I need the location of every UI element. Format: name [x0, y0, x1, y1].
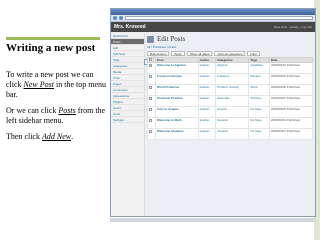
row-checkbox-cell[interactable] — [146, 62, 157, 74]
post-author[interactable]: teacher — [197, 73, 217, 85]
table-row: Decimals Practice teacher Decimals Practice… — [146, 95, 314, 107]
filter-button[interactable]: Filter — [247, 51, 261, 56]
dates-select[interactable]: Show all dates — [186, 51, 213, 56]
row-checkbox[interactable] — [149, 130, 152, 133]
back-icon[interactable] — [113, 16, 117, 20]
browser-status-bar — [110, 218, 316, 222]
apply-button[interactable]: Apply — [171, 51, 185, 56]
row-checkbox-cell[interactable] — [146, 128, 157, 140]
posts-icon — [147, 35, 154, 43]
post-title[interactable]: Decimals Practice — [155, 95, 199, 107]
table-controls: Bulk Actions Apply Show all dates View a… — [147, 50, 313, 57]
row-checkbox[interactable] — [149, 108, 152, 111]
post-tags[interactable]: Review — [248, 73, 270, 85]
post-title[interactable]: Intro to Graphs — [155, 106, 199, 118]
instruction-3-text: Then click — [6, 132, 42, 141]
post-author[interactable]: teacher — [197, 106, 217, 118]
table-row: Welcome Students teacher General No Tags 200… — [146, 128, 314, 140]
forward-icon[interactable] — [119, 16, 123, 20]
page-title: Edit Posts — [157, 34, 186, 43]
post-title[interactable]: Welcome to Algebra — [155, 62, 199, 74]
table-row: Welcome to Algebra teacher Algebra Variable… — [146, 62, 314, 74]
post-tags[interactable]: Variables — [248, 62, 270, 74]
browser-toolbar — [111, 15, 315, 22]
post-tags[interactable]: Word — [248, 84, 270, 96]
post-tags[interactable]: No Tags — [248, 117, 270, 129]
post-categories[interactable]: Graphs — [215, 106, 250, 118]
post-author[interactable]: teacher — [197, 128, 217, 140]
edit-posts-panel: Edit Posts All | Published | Drafts Bulk… — [146, 34, 314, 214]
table-row: Word Problems teacher Problem Solving Word 2… — [146, 84, 314, 96]
instruction-1: To write a new post we can click New Pos… — [6, 70, 106, 100]
post-title[interactable]: Welcome to Math — [155, 117, 199, 129]
post-categories[interactable]: General — [215, 117, 250, 129]
post-date: 2009/09/10 Published — [268, 62, 314, 74]
post-date: 2009/09/04 Published — [268, 117, 314, 129]
site-name[interactable]: Mrs. Kroseed — [114, 24, 146, 30]
wp-admin-header: Mrs. Kroseed New Post · Howdy · Log Out — [111, 22, 315, 32]
post-author[interactable]: teacher — [197, 95, 217, 107]
page-heading: Edit Posts — [147, 34, 313, 44]
bulk-actions-select[interactable]: Bulk Actions — [147, 51, 170, 56]
post-date: 2009/09/09 Published — [268, 73, 314, 85]
post-categories[interactable]: General — [215, 128, 250, 140]
address-bar[interactable] — [125, 16, 313, 20]
post-categories[interactable]: Decimals — [215, 95, 250, 107]
posts-link-text: Posts — [58, 106, 76, 115]
post-title[interactable]: Word Problems — [155, 84, 199, 96]
post-date: 2009/09/05 Published — [268, 106, 314, 118]
post-author[interactable]: teacher — [197, 62, 217, 74]
row-checkbox-cell[interactable] — [146, 106, 157, 118]
row-checkbox[interactable] — [149, 75, 152, 78]
row-checkbox-cell[interactable] — [146, 84, 157, 96]
instruction-3: Then click Add New. — [6, 132, 106, 142]
post-categories[interactable]: Algebra — [215, 62, 250, 74]
instruction-3-end: . — [71, 132, 74, 141]
row-checkbox[interactable] — [149, 97, 152, 100]
post-tags[interactable]: No Tags — [248, 106, 270, 118]
title-underline — [6, 37, 100, 40]
row-checkbox[interactable] — [149, 86, 152, 89]
post-title[interactable]: Fractions Review — [155, 73, 199, 85]
post-categories[interactable]: Fractions — [215, 73, 250, 85]
table-row: Fractions Review teacher Fractions Review 20… — [146, 73, 314, 85]
admin-sidebar: Dashboard Posts Edit Add New Tags Catego… — [111, 33, 145, 216]
browser-screenshot: Mrs. Kroseed New Post · Howdy · Log Out … — [110, 8, 316, 217]
post-date: 2009/09/08 Published — [268, 84, 314, 96]
instruction-2-text: Or we can click — [6, 106, 59, 115]
post-tags[interactable]: Practice — [248, 95, 270, 107]
row-checkbox-cell[interactable] — [146, 73, 157, 85]
table-row: Welcome to Math teacher General No Tags 2009… — [146, 117, 314, 129]
post-author[interactable]: teacher — [197, 84, 217, 96]
row-checkbox[interactable] — [149, 64, 152, 67]
instruction-2: Or we can click Posts from the left side… — [6, 106, 106, 126]
categories-select[interactable]: View all categories — [214, 51, 246, 56]
slide-title: Writing a new post — [6, 42, 96, 54]
add-new-link-text: Add New — [41, 132, 72, 141]
posts-table: Post Author Categories Tags Date Welcome… — [146, 57, 314, 140]
post-date: 2009/09/03 Published — [268, 128, 314, 140]
row-checkbox-cell[interactable] — [146, 117, 157, 129]
post-date: 2009/09/07 Published — [268, 95, 314, 107]
post-categories[interactable]: Problem Solving — [215, 84, 250, 96]
sidebar-item-settings[interactable]: Settings — [111, 117, 144, 123]
post-title[interactable]: Welcome Students — [155, 128, 199, 140]
post-author[interactable]: teacher — [197, 117, 217, 129]
row-checkbox[interactable] — [149, 119, 152, 122]
new-post-link-text: New Post — [23, 80, 54, 89]
select-all-checkbox[interactable] — [149, 58, 152, 61]
header-links[interactable]: New Post · Howdy · Log Out — [274, 25, 312, 29]
table-row: Intro to Graphs teacher Graphs No Tags 2009/… — [146, 106, 314, 118]
post-tags[interactable]: No Tags — [248, 128, 270, 140]
row-checkbox-cell[interactable] — [146, 95, 157, 107]
instruction-text: To write a new post we can click New Pos… — [6, 70, 106, 148]
